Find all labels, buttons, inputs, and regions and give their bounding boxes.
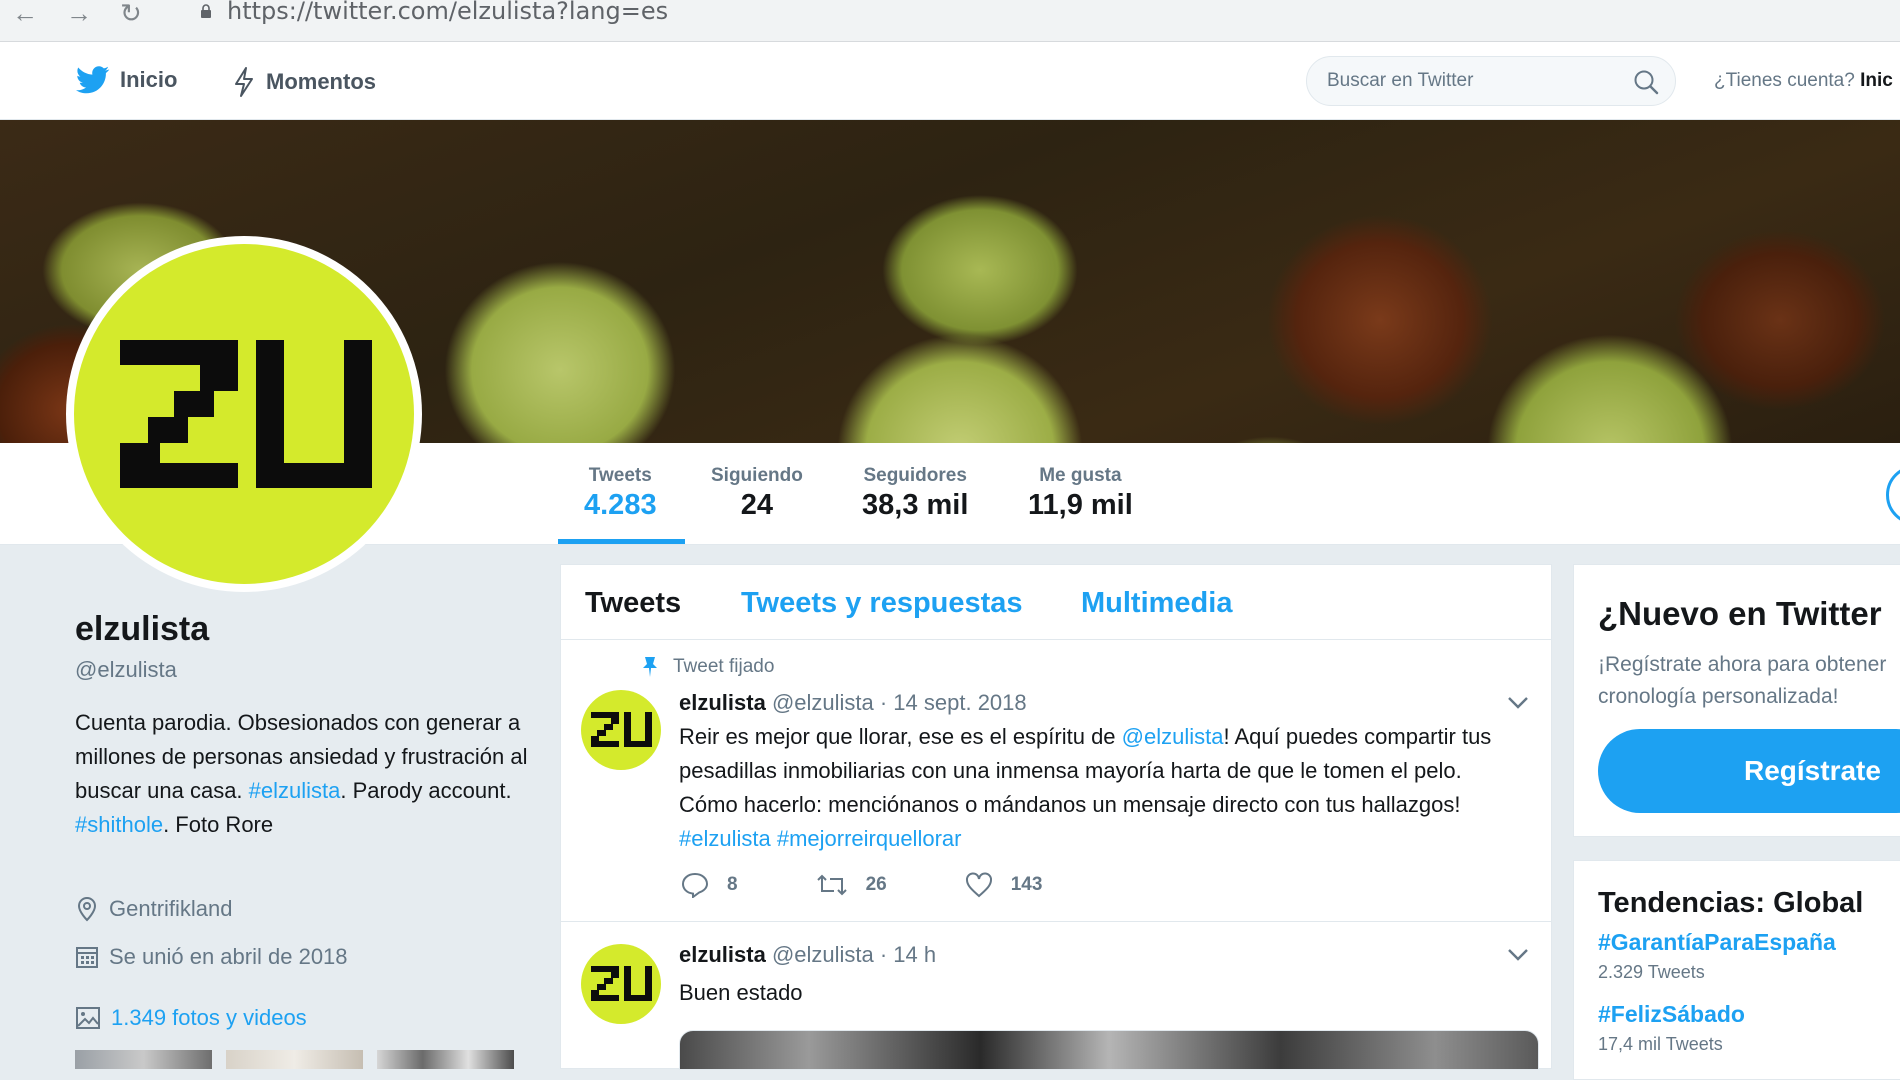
tweet-author[interactable]: elzulista xyxy=(679,690,766,715)
chevron-down-icon[interactable] xyxy=(1507,696,1529,710)
forward-arrow-icon[interactable]: → xyxy=(66,0,92,26)
tweet-media-image[interactable] xyxy=(679,1030,1539,1070)
url-text: https://twitter.com/elzulista?lang=es xyxy=(227,0,669,25)
tab-media[interactable]: Multimedia xyxy=(1081,587,1232,620)
stat-followers[interactable]: Seguidores 38,3 mil xyxy=(862,465,968,522)
stat-following[interactable]: Siguiendo 24 xyxy=(711,465,803,522)
media-thumbnails xyxy=(75,1050,514,1069)
trend-item[interactable]: #GarantíaParaEspaña xyxy=(1598,929,1836,956)
tweet-handle-time[interactable]: @elzulista · 14 h xyxy=(772,942,936,967)
lock-icon xyxy=(201,4,211,18)
search-icon[interactable] xyxy=(1633,69,1659,95)
location-pin-icon xyxy=(77,896,97,922)
tab-tweets-replies[interactable]: Tweets y respuestas xyxy=(741,587,1023,620)
login-link[interactable]: Inic xyxy=(1860,70,1893,91)
tweet-text: Buen estado xyxy=(679,980,803,1005)
nav-home[interactable]: Inicio xyxy=(76,66,177,94)
trends-card: Tendencias: Global #GarantíaParaEspaña 2… xyxy=(1573,860,1900,1080)
tab-tweets[interactable]: Tweets xyxy=(585,587,681,620)
zu-logo-icon xyxy=(591,966,652,1001)
nav-moments-label: Momentos xyxy=(266,69,376,94)
hashtag-link[interactable]: #elzulista xyxy=(249,778,341,803)
tweet-avatar[interactable] xyxy=(581,944,661,1024)
media-thumbnail[interactable] xyxy=(226,1050,363,1069)
profile-name[interactable]: elzulista xyxy=(75,610,209,649)
reply-button[interactable]: 8 xyxy=(681,872,738,898)
tweet-text: Reir es mejor que llorar, ese es el espí… xyxy=(679,724,1492,851)
calendar-icon xyxy=(76,947,98,968)
profile-joined: Se unió en abril de 2018 xyxy=(75,944,348,970)
pin-icon xyxy=(643,657,657,677)
tweet-header: elzulista @elzulista · 14 h xyxy=(679,942,936,968)
retweet-icon xyxy=(816,874,847,896)
tweet[interactable]: elzulista @elzulista · 14 h Buen estado xyxy=(561,922,1551,1070)
trend-item[interactable]: #FelizSábado xyxy=(1598,1001,1745,1028)
hashtag-link[interactable]: #shithole xyxy=(75,812,163,837)
tweet-handle-time[interactable]: @elzulista · 14 sept. 2018 xyxy=(772,690,1027,715)
back-arrow-icon[interactable]: ← xyxy=(12,0,38,26)
active-tab-indicator xyxy=(558,539,685,544)
profile-handle[interactable]: @elzulista xyxy=(75,657,177,683)
stat-tweets[interactable]: Tweets 4.283 xyxy=(584,465,657,522)
tweet-avatar[interactable] xyxy=(581,690,661,770)
trends-title: Tendencias: Global xyxy=(1598,887,1864,919)
nav-home-label: Inicio xyxy=(120,67,178,92)
hashtag-links[interactable]: #elzulista #mejorreirquellorar xyxy=(679,826,961,851)
signup-title: ¿Nuevo en Twitter xyxy=(1598,595,1882,632)
chevron-down-icon[interactable] xyxy=(1507,948,1529,962)
retweet-button[interactable]: 26 xyxy=(816,873,887,897)
media-thumbnail[interactable] xyxy=(75,1050,212,1069)
tweet-pinned[interactable]: Tweet fijado elzulista @elzulista · 14 s… xyxy=(561,640,1551,922)
profile-bio: Cuenta parodia. Obsesionados con generar… xyxy=(75,710,528,837)
reply-icon xyxy=(681,872,709,898)
search-placeholder: Buscar en Twitter xyxy=(1327,70,1474,91)
twitter-bird-icon xyxy=(76,66,110,94)
stat-likes[interactable]: Me gusta 11,9 mil xyxy=(1028,465,1133,522)
signup-text: ¡Regístrate ahora para obtener cronologí… xyxy=(1598,653,1887,708)
zu-logo-icon xyxy=(120,340,372,488)
tweet-author[interactable]: elzulista xyxy=(679,942,766,967)
tweet-header: elzulista @elzulista · 14 sept. 2018 xyxy=(679,690,1027,716)
zu-logo-icon xyxy=(591,712,652,747)
top-navigation: Inicio Momentos Buscar en Twitter ¿Tiene… xyxy=(0,42,1900,120)
mention-link[interactable]: @elzulista xyxy=(1122,724,1224,749)
image-icon xyxy=(76,1007,100,1029)
trend-count: 17,4 mil Tweets xyxy=(1598,1034,1723,1054)
pinned-label: Tweet fijado xyxy=(641,656,774,678)
reload-icon[interactable]: ↻ xyxy=(120,0,142,26)
profile-media-link[interactable]: 1.349 fotos y videos xyxy=(75,1005,307,1031)
browser-toolbar: ← → ↻ https://twitter.com/elzulista?lang… xyxy=(0,0,1900,42)
search-input[interactable]: Buscar en Twitter xyxy=(1306,56,1676,106)
profile-location: Gentrifikland xyxy=(75,896,233,922)
profile-avatar[interactable] xyxy=(66,236,422,592)
tweet-actions: 8 26 143 xyxy=(681,872,1120,898)
lightning-icon xyxy=(235,67,253,97)
heart-icon xyxy=(965,872,992,898)
signup-button[interactable]: Regístrate xyxy=(1598,729,1900,813)
like-button[interactable]: 143 xyxy=(965,872,1042,898)
nav-moments[interactable]: Momentos xyxy=(232,66,376,98)
timeline: Tweets Tweets y respuestas Multimedia Tw… xyxy=(560,564,1552,1070)
media-thumbnail[interactable] xyxy=(377,1050,514,1069)
timeline-tabs: Tweets Tweets y respuestas Multimedia xyxy=(561,565,1551,640)
login-prompt: ¿Tienes cuenta? Inic xyxy=(1714,70,1893,91)
trend-count: 2.329 Tweets xyxy=(1598,962,1705,982)
avatar-logo xyxy=(74,244,414,584)
signup-card: ¿Nuevo en Twitter ¡Regístrate ahora para… xyxy=(1573,564,1900,837)
